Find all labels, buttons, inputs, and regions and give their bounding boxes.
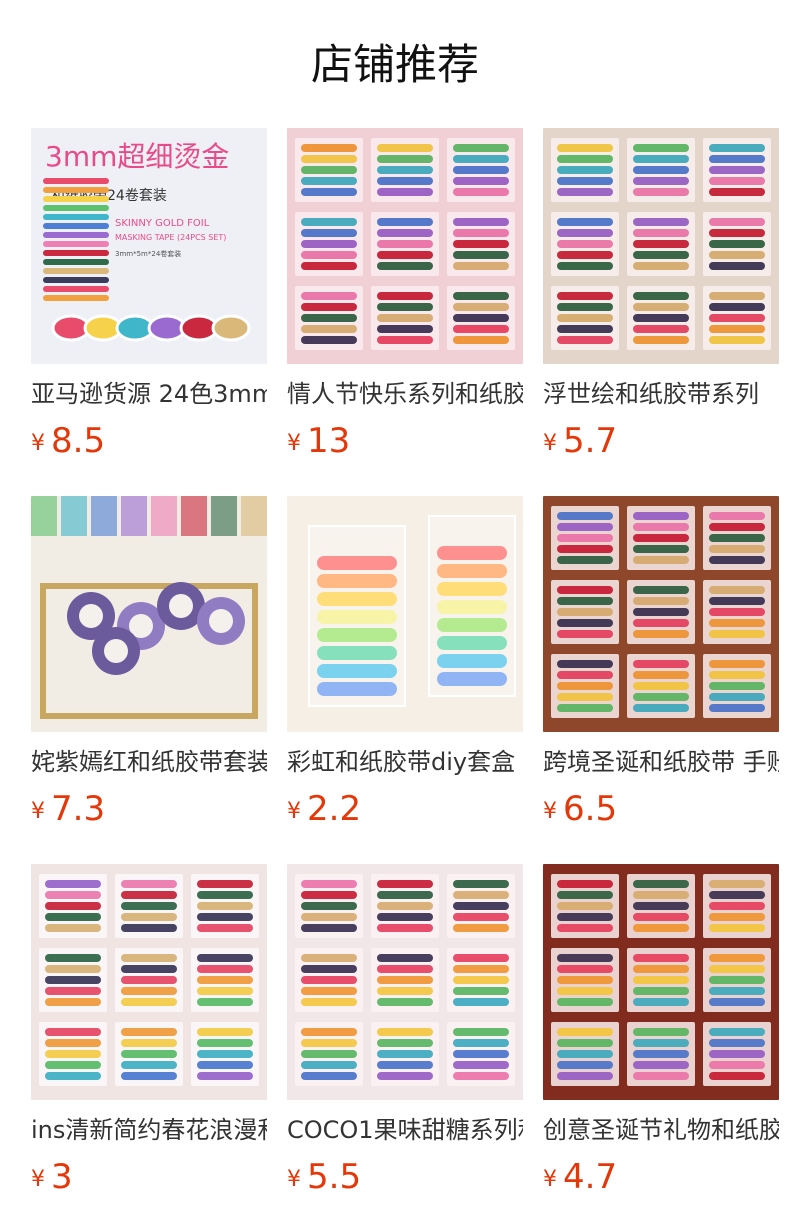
product-card[interactable]: 跨境圣诞和纸胶带 手账装饰 ¥6.5 bbox=[543, 496, 779, 856]
product-card[interactable]: COCO1果味甜糖系列和纸胶带 ¥5.5 bbox=[287, 864, 523, 1224]
svg-text:MASKING TAPE (24PCS SET): MASKING TAPE (24PCS SET) bbox=[115, 233, 226, 242]
product-price: ¥5.5 bbox=[287, 1157, 523, 1197]
product-card[interactable]: 3mm超细烫金 和纸胶带24卷套装 SKINNY GOLD FOIL MASKING … bbox=[31, 128, 267, 488]
price-amount: 7.3 bbox=[51, 789, 106, 829]
currency-symbol: ¥ bbox=[543, 799, 557, 824]
product-name[interactable]: ins清新简约春花浪漫和纸胶带 bbox=[31, 1115, 267, 1145]
svg-text:3mm超细烫金: 3mm超细烫金 bbox=[45, 140, 229, 173]
product-card[interactable]: 浮世绘和纸胶带系列 ¥5.7 bbox=[543, 128, 779, 488]
product-price: ¥6.5 bbox=[543, 789, 779, 829]
product-price: ¥2.2 bbox=[287, 789, 523, 829]
product-price: ¥4.7 bbox=[543, 1157, 779, 1197]
svg-text:SKINNY GOLD FOIL: SKINNY GOLD FOIL bbox=[115, 218, 210, 229]
product-image[interactable] bbox=[31, 496, 267, 732]
price-amount: 5.7 bbox=[563, 421, 618, 461]
price-amount: 13 bbox=[307, 421, 351, 461]
product-name[interactable]: 跨境圣诞和纸胶带 手账装饰 bbox=[543, 747, 779, 777]
currency-symbol: ¥ bbox=[287, 1167, 301, 1192]
product-name[interactable]: 浮世绘和纸胶带系列 bbox=[543, 379, 779, 409]
product-price: ¥8.5 bbox=[31, 421, 267, 461]
product-price: ¥7.3 bbox=[31, 789, 267, 829]
product-grid: 3mm超细烫金 和纸胶带24卷套装 SKINNY GOLD FOIL MASKING … bbox=[31, 128, 779, 1224]
product-card[interactable]: 创意圣诞节礼物和纸胶带套装 ¥4.7 bbox=[543, 864, 779, 1224]
currency-symbol: ¥ bbox=[287, 799, 301, 824]
product-image[interactable] bbox=[543, 864, 779, 1100]
currency-symbol: ¥ bbox=[287, 431, 301, 456]
product-price: ¥3 bbox=[31, 1157, 267, 1197]
svg-text:3mm*5m*24卷套装: 3mm*5m*24卷套装 bbox=[115, 249, 181, 258]
price-amount: 5.5 bbox=[307, 1157, 362, 1197]
price-amount: 4.7 bbox=[563, 1157, 618, 1197]
currency-symbol: ¥ bbox=[31, 1167, 45, 1192]
product-image[interactable] bbox=[287, 128, 523, 364]
product-image[interactable] bbox=[543, 496, 779, 732]
price-amount: 3 bbox=[51, 1157, 73, 1197]
price-amount: 8.5 bbox=[51, 421, 106, 461]
currency-symbol: ¥ bbox=[31, 799, 45, 824]
product-card[interactable]: ins清新简约春花浪漫和纸胶带 ¥3 bbox=[31, 864, 267, 1224]
product-name[interactable]: 彩虹和纸胶带diy套盒 bbox=[287, 747, 523, 777]
currency-symbol: ¥ bbox=[543, 431, 557, 456]
currency-symbol: ¥ bbox=[543, 1167, 557, 1192]
product-image[interactable]: 3mm超细烫金 和纸胶带24卷套装 SKINNY GOLD FOIL MASKING … bbox=[31, 128, 267, 364]
product-card[interactable]: 情人节快乐系列和纸胶带套装 ¥13 bbox=[287, 128, 523, 488]
page-title: 店铺推荐 bbox=[310, 40, 479, 89]
product-image[interactable] bbox=[543, 128, 779, 364]
product-card[interactable]: 姹紫嫣红和纸胶带套装 ¥7.3 bbox=[31, 496, 267, 856]
product-price: ¥13 bbox=[287, 421, 523, 461]
currency-symbol: ¥ bbox=[31, 431, 45, 456]
product-name[interactable]: 创意圣诞节礼物和纸胶带套装 bbox=[543, 1115, 779, 1145]
product-image[interactable] bbox=[287, 496, 523, 732]
product-price: ¥5.7 bbox=[543, 421, 779, 461]
product-image[interactable] bbox=[31, 864, 267, 1100]
product-name[interactable]: 姹紫嫣红和纸胶带套装 bbox=[31, 747, 267, 777]
price-amount: 6.5 bbox=[563, 789, 618, 829]
product-card[interactable]: 彩虹和纸胶带diy套盒 ¥2.2 bbox=[287, 496, 523, 856]
price-amount: 2.2 bbox=[307, 789, 362, 829]
product-name[interactable]: 情人节快乐系列和纸胶带套装 bbox=[287, 379, 523, 409]
product-name[interactable]: COCO1果味甜糖系列和纸胶带 bbox=[287, 1115, 523, 1145]
product-name[interactable]: 亚马逊货源 24色3mm超细烫金和纸胶带 bbox=[31, 379, 267, 409]
product-image[interactable] bbox=[287, 864, 523, 1100]
